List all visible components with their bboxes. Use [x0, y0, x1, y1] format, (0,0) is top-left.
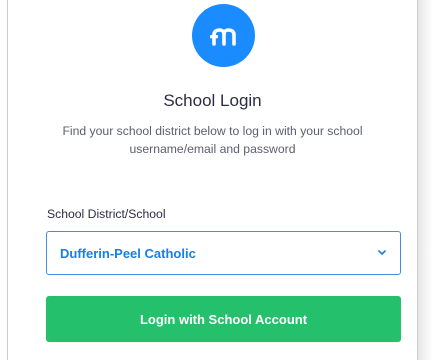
school-district-label: School District/School	[47, 207, 166, 221]
login-panel: School Login Find your school district b…	[0, 0, 432, 360]
chevron-down-icon	[378, 250, 386, 255]
panel-left-border	[7, 0, 8, 360]
page-title: School Login	[163, 91, 262, 110]
login-with-school-account-button[interactable]: Login with School Account	[46, 296, 401, 342]
login-description: Find your school district below to log i…	[62, 124, 363, 156]
mathletics-m-logo-icon	[192, 4, 255, 67]
logo-m-glyph-icon	[209, 27, 236, 46]
school-district-select[interactable]: Dufferin-Peel Catholic	[46, 231, 401, 275]
selected-school-value: Dufferin-Peel Catholic	[60, 246, 196, 261]
panel-shadow	[418, 0, 432, 360]
